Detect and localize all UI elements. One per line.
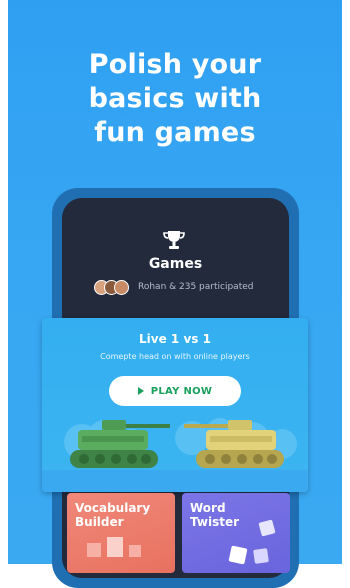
word-twister-card[interactable]: Word Twister	[182, 493, 290, 573]
live-1v1-card[interactable]: Live 1 vs 1 Comepte head on with online …	[42, 318, 308, 492]
vocabulary-builder-card[interactable]: Vocabulary Builder	[67, 493, 175, 573]
letter-tiles-illustration	[228, 519, 276, 565]
trophy-icon	[163, 231, 185, 249]
headline-line-3: fun games	[94, 117, 256, 148]
blocks-illustration	[87, 537, 141, 557]
play-now-button[interactable]: PLAY NOW	[109, 376, 241, 406]
headline: Polish your basics with fun games	[8, 48, 342, 150]
participant-avatars	[94, 280, 134, 296]
tanks-illustration	[42, 418, 308, 492]
games-title: Games	[148, 256, 203, 272]
live-card-subtitle: Comepte head on with online players	[100, 352, 250, 361]
participants-text: Rohan & 235 participated	[138, 282, 254, 292]
avatar	[114, 280, 129, 295]
headline-line-2: basics with	[88, 83, 262, 114]
live-card-title: Live 1 vs 1	[139, 332, 211, 346]
play-icon	[137, 387, 144, 395]
play-now-label: PLAY NOW	[150, 385, 213, 397]
headline-line-1: Polish your	[88, 49, 262, 80]
